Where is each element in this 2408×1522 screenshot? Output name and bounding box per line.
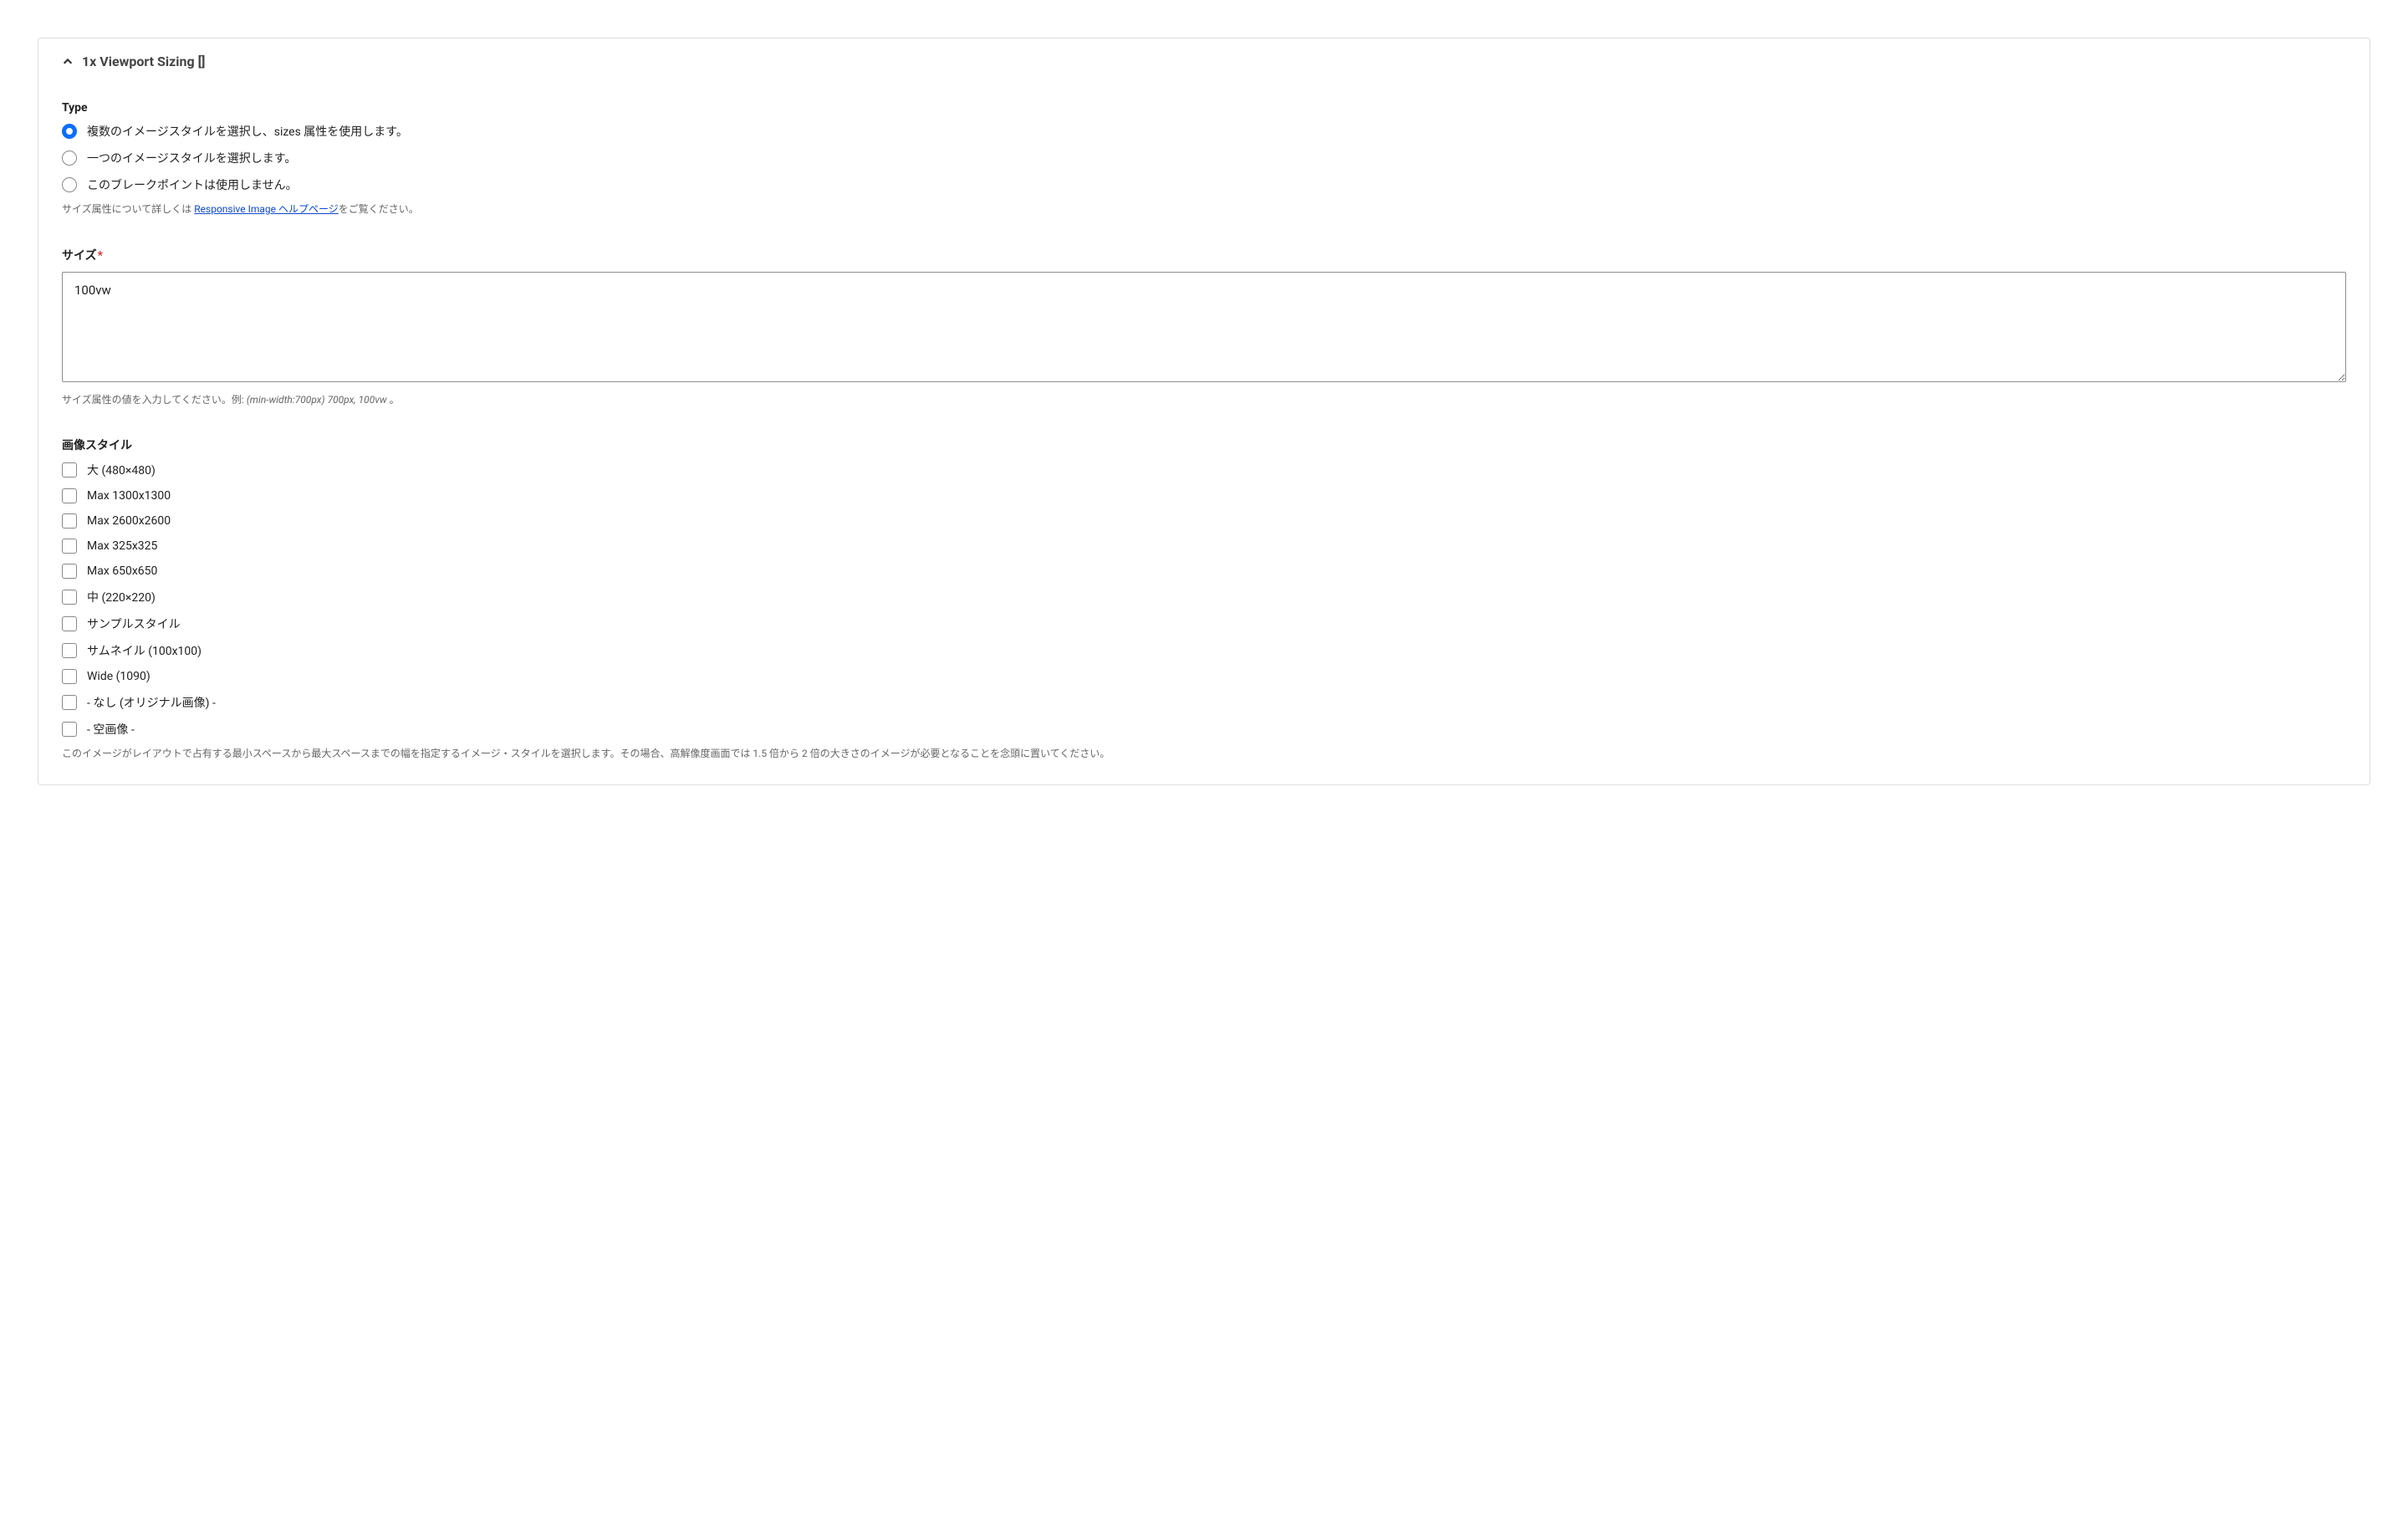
chevron-up-icon — [62, 56, 74, 68]
style-label-thumbnail: サムネイル (100x100) — [87, 642, 202, 659]
style-checkbox-sample[interactable] — [62, 616, 77, 631]
style-label-empty: - 空画像 - — [87, 721, 135, 738]
viewport-sizing-panel: 1x Viewport Sizing [] Type 複数のイメージスタイルを選… — [38, 38, 2370, 785]
type-help-prefix: サイズ属性について詳しくは — [62, 203, 194, 215]
style-label-max2600: Max 2600x2600 — [87, 514, 171, 528]
type-radio-multiple[interactable]: 複数のイメージスタイルを選択し、sizes 属性を使用します。 — [62, 123, 2346, 140]
style-option-max325[interactable]: Max 325x325 — [62, 539, 2346, 554]
type-radio-single[interactable]: 一つのイメージスタイルを選択します。 — [62, 150, 2346, 166]
size-hint-suffix: 。 — [387, 394, 400, 406]
style-option-max650[interactable]: Max 650x650 — [62, 564, 2346, 579]
style-option-medium[interactable]: 中 (220×220) — [62, 589, 2346, 605]
style-label-medium: 中 (220×220) — [87, 589, 156, 605]
style-label-large: 大 (480×480) — [87, 462, 156, 478]
style-checkbox-wide[interactable] — [62, 669, 77, 684]
type-help-suffix: をご覧ください。 — [339, 203, 419, 215]
type-label: Type — [62, 101, 2346, 115]
style-checkbox-empty[interactable] — [62, 722, 77, 737]
required-marker: * — [98, 249, 103, 263]
style-checkbox-thumbnail[interactable] — [62, 643, 77, 658]
style-label-max325: Max 325x325 — [87, 539, 157, 553]
type-radio-multiple-input[interactable] — [62, 124, 77, 139]
style-label-wide: Wide (1090) — [87, 670, 150, 683]
type-radio-group: 複数のイメージスタイルを選択し、sizes 属性を使用します。 一つのイメージス… — [62, 123, 2346, 193]
responsive-image-help-link[interactable]: Responsive Image ヘルプページ — [194, 203, 339, 215]
type-radio-none[interactable]: このブレークポイントは使用しません。 — [62, 176, 2346, 193]
style-checkbox-max325[interactable] — [62, 539, 77, 554]
type-radio-none-input[interactable] — [62, 177, 77, 192]
style-checkbox-max650[interactable] — [62, 564, 77, 579]
panel-body: Type 複数のイメージスタイルを選択し、sizes 属性を使用します。 一つの… — [62, 101, 2346, 761]
type-radio-single-input[interactable] — [62, 151, 77, 166]
style-checkbox-max1300[interactable] — [62, 488, 77, 503]
size-section: サイズ* サイズ属性の値を入力してください。例: (min-width:700p… — [62, 247, 2346, 406]
panel-header-toggle[interactable]: 1x Viewport Sizing [] — [62, 54, 2346, 69]
style-option-wide[interactable]: Wide (1090) — [62, 669, 2346, 684]
type-radio-none-label: このブレークポイントは使用しません。 — [87, 176, 298, 193]
style-option-max2600[interactable]: Max 2600x2600 — [62, 513, 2346, 529]
style-option-none[interactable]: - なし (オリジナル画像) - — [62, 694, 2346, 711]
size-label: サイズ* — [62, 247, 2346, 263]
size-textarea[interactable] — [62, 272, 2346, 382]
size-hint-example: (min-width:700px) 700px, 100vw — [247, 394, 387, 406]
style-label-none: - なし (オリジナル画像) - — [87, 694, 216, 711]
size-hint: サイズ属性の値を入力してください。例: (min-width:700px) 70… — [62, 392, 2346, 406]
style-option-large[interactable]: 大 (480×480) — [62, 462, 2346, 478]
style-checkbox-large[interactable] — [62, 462, 77, 478]
style-checkbox-max2600[interactable] — [62, 513, 77, 529]
type-help-text: サイズ属性について詳しくは Responsive Image ヘルプページをご覧… — [62, 202, 2346, 217]
image-styles-help: このイメージがレイアウトで占有する最小スペースから最大スペースまでの幅を指定する… — [62, 746, 2346, 761]
style-checkbox-medium[interactable] — [62, 590, 77, 605]
size-hint-prefix: サイズ属性の値を入力してください。例: — [62, 394, 247, 406]
panel-title: 1x Viewport Sizing [] — [82, 54, 205, 69]
style-option-thumbnail[interactable]: サムネイル (100x100) — [62, 642, 2346, 659]
type-section: Type 複数のイメージスタイルを選択し、sizes 属性を使用します。 一つの… — [62, 101, 2346, 217]
style-option-empty[interactable]: - 空画像 - — [62, 721, 2346, 738]
style-option-max1300[interactable]: Max 1300x1300 — [62, 488, 2346, 503]
type-radio-single-label: 一つのイメージスタイルを選択します。 — [87, 150, 296, 166]
image-styles-section: 画像スタイル 大 (480×480) Max 1300x1300 Max 260… — [62, 437, 2346, 761]
image-styles-checkbox-group: 大 (480×480) Max 1300x1300 Max 2600x2600 … — [62, 462, 2346, 738]
size-label-text: サイズ — [62, 249, 97, 263]
style-label-max1300: Max 1300x1300 — [87, 489, 171, 503]
image-styles-label: 画像スタイル — [62, 437, 2346, 453]
style-label-max650: Max 650x650 — [87, 564, 157, 578]
style-option-sample[interactable]: サンプルスタイル — [62, 615, 2346, 632]
style-checkbox-none[interactable] — [62, 695, 77, 710]
type-radio-multiple-label: 複数のイメージスタイルを選択し、sizes 属性を使用します。 — [87, 123, 408, 140]
style-label-sample: サンプルスタイル — [87, 615, 181, 632]
